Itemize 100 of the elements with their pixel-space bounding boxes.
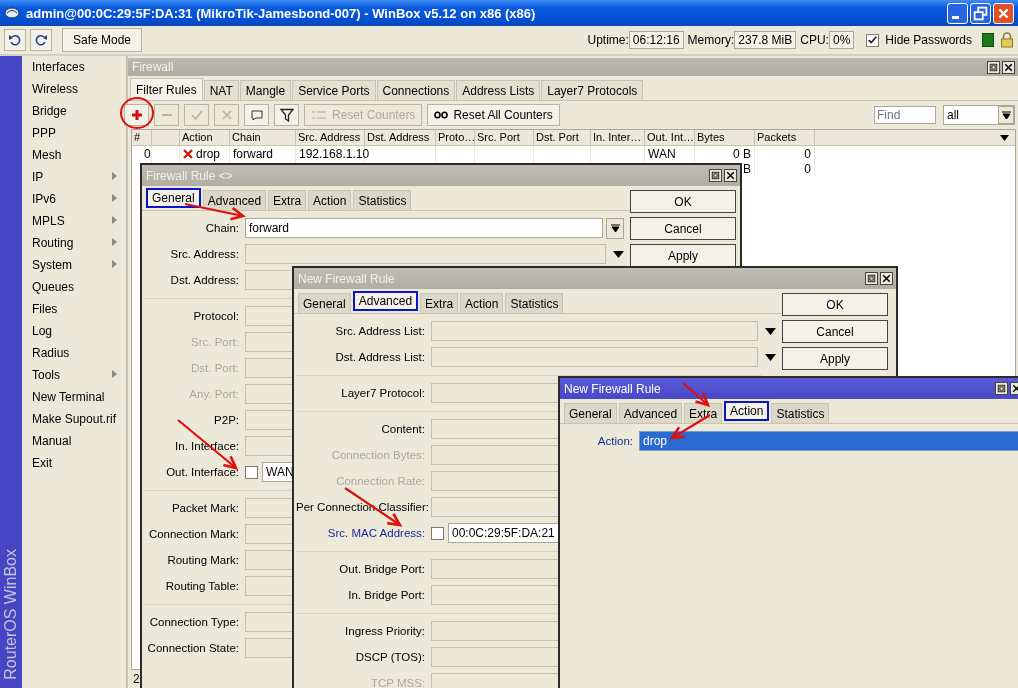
add-button[interactable]	[124, 104, 149, 126]
field-label: Dst. Port:	[190, 362, 239, 374]
field-label: Chain:	[204, 222, 239, 234]
menu-item[interactable]: Exit	[22, 452, 126, 474]
menu-item[interactable]: New Terminal	[22, 386, 126, 408]
table-cell: 0	[804, 161, 811, 176]
field-label: Dst. Address List:	[334, 351, 425, 363]
column-header[interactable]: Action	[180, 130, 230, 146]
menu-item[interactable]: Routing	[22, 232, 126, 254]
dropdown-arrow-icon[interactable]	[765, 327, 776, 335]
menu-item[interactable]: Tools	[22, 364, 126, 386]
menu-item[interactable]: Bridge	[22, 100, 126, 122]
column-header[interactable]: Out. Int…	[645, 130, 695, 146]
tab[interactable]: Statistics	[353, 190, 412, 210]
tab[interactable]: Statistics	[771, 403, 830, 423]
tab[interactable]: General	[298, 293, 351, 313]
menu-item[interactable]: MPLS	[22, 210, 126, 232]
column-header[interactable]: Bytes	[695, 130, 755, 146]
tab[interactable]: Address Lists	[456, 80, 541, 100]
dialog-button[interactable]: Apply	[782, 347, 888, 370]
tab[interactable]: General	[564, 403, 617, 423]
column-header[interactable]: Proto…	[436, 130, 475, 146]
tab[interactable]: Service Ports	[292, 80, 376, 100]
table-cell: drop	[196, 146, 221, 161]
column-header[interactable]: Src. Port	[475, 130, 534, 146]
column-header[interactable]: Src. Address	[296, 130, 365, 146]
dialog-button[interactable]: Apply	[630, 244, 736, 267]
tab[interactable]: Action	[460, 293, 504, 313]
input-field[interactable]	[431, 321, 758, 341]
comment-button[interactable]	[244, 104, 269, 126]
dropdown-arrow-icon[interactable]	[613, 250, 624, 258]
menu-item[interactable]: Log	[22, 320, 126, 342]
filter-icon	[279, 108, 294, 122]
tab[interactable]: Advanced	[202, 190, 267, 210]
dialog-title: New Firewall Rule	[564, 381, 661, 396]
negate-checkbox[interactable]	[431, 526, 444, 540]
menu-item[interactable]: Files	[22, 298, 126, 320]
negate-checkbox[interactable]	[245, 465, 258, 479]
tab[interactable]: Action	[724, 401, 770, 421]
close-button[interactable]	[880, 272, 893, 285]
dialog-button[interactable]: Cancel	[782, 320, 888, 343]
comment-icon	[249, 108, 264, 122]
menu-item[interactable]: System	[22, 254, 126, 276]
dialog-button[interactable]: Cancel	[630, 217, 736, 240]
tab[interactable]: Connections	[376, 80, 456, 100]
column-header[interactable]: #	[132, 130, 152, 146]
menu-item[interactable]: PPP	[22, 122, 126, 144]
menu-item[interactable]: Interfaces	[22, 56, 126, 78]
columns-dropdown-icon[interactable]	[1000, 134, 1009, 141]
undo-button[interactable]	[4, 29, 26, 51]
column-header[interactable]: Chain	[230, 130, 296, 146]
dropdown-button[interactable]	[606, 217, 624, 239]
caret-icon	[1001, 110, 1011, 120]
menu-item[interactable]: Wireless	[22, 78, 126, 100]
tab[interactable]: Extra	[268, 190, 307, 210]
restore-button[interactable]	[995, 382, 1008, 395]
column-header[interactable]: Dst. Port	[534, 130, 591, 146]
find-field[interactable]: Find	[874, 106, 936, 124]
input-field[interactable]: drop	[639, 431, 1018, 451]
input-field[interactable]: forward	[245, 218, 603, 238]
input-field[interactable]	[245, 244, 606, 264]
input-field[interactable]	[431, 347, 758, 367]
tab[interactable]: Extra	[420, 293, 459, 313]
reset-all-counters-button[interactable]: Reset All Counters	[427, 104, 560, 126]
tab[interactable]: Action	[308, 190, 352, 210]
menu-item[interactable]: Radius	[22, 342, 126, 364]
dialog-button[interactable]: OK	[782, 293, 888, 316]
menu-item[interactable]: Make Supout.rif	[22, 408, 126, 430]
dropdown-arrow-icon[interactable]	[765, 353, 776, 361]
column-header[interactable]: Dst. Address	[365, 130, 436, 146]
menu-item[interactable]: Mesh	[22, 144, 126, 166]
restore-button[interactable]	[709, 169, 722, 182]
filter-dropdown[interactable]: all	[943, 105, 1015, 125]
restore-button[interactable]	[865, 272, 878, 285]
restore-button[interactable]	[987, 60, 1000, 74]
tab[interactable]: Filter Rules	[130, 78, 203, 100]
check-icon	[189, 108, 204, 122]
menu-item[interactable]: Queues	[22, 276, 126, 298]
column-header[interactable]: Packets	[755, 130, 815, 146]
close-button[interactable]	[724, 169, 737, 182]
minimize-button[interactable]	[947, 2, 968, 24]
tab[interactable]: NAT	[203, 80, 239, 100]
menu-item[interactable]: IPv6	[22, 188, 126, 210]
tab[interactable]: Extra	[684, 403, 723, 423]
column-header[interactable]: In. Inter…	[591, 130, 645, 146]
menu-item[interactable]: Manual	[22, 430, 126, 452]
tab[interactable]: Advanced	[352, 291, 419, 311]
filter-button[interactable]	[274, 104, 299, 126]
tab[interactable]: Mangle	[239, 80, 292, 100]
tab[interactable]: General	[146, 188, 201, 208]
tab[interactable]: Layer7 Protocols	[541, 80, 644, 100]
redo-button[interactable]	[30, 29, 52, 51]
tab[interactable]: Statistics	[505, 293, 564, 313]
menu-item[interactable]: IP	[22, 166, 126, 188]
tab[interactable]: Advanced	[618, 403, 683, 423]
safe-mode-button[interactable]: Safe Mode	[62, 28, 143, 52]
close-button[interactable]	[1002, 60, 1015, 74]
hide-passwords-checkbox[interactable]	[866, 33, 880, 47]
dialog-button[interactable]: OK	[630, 190, 736, 213]
maximize-button[interactable]	[970, 2, 991, 24]
